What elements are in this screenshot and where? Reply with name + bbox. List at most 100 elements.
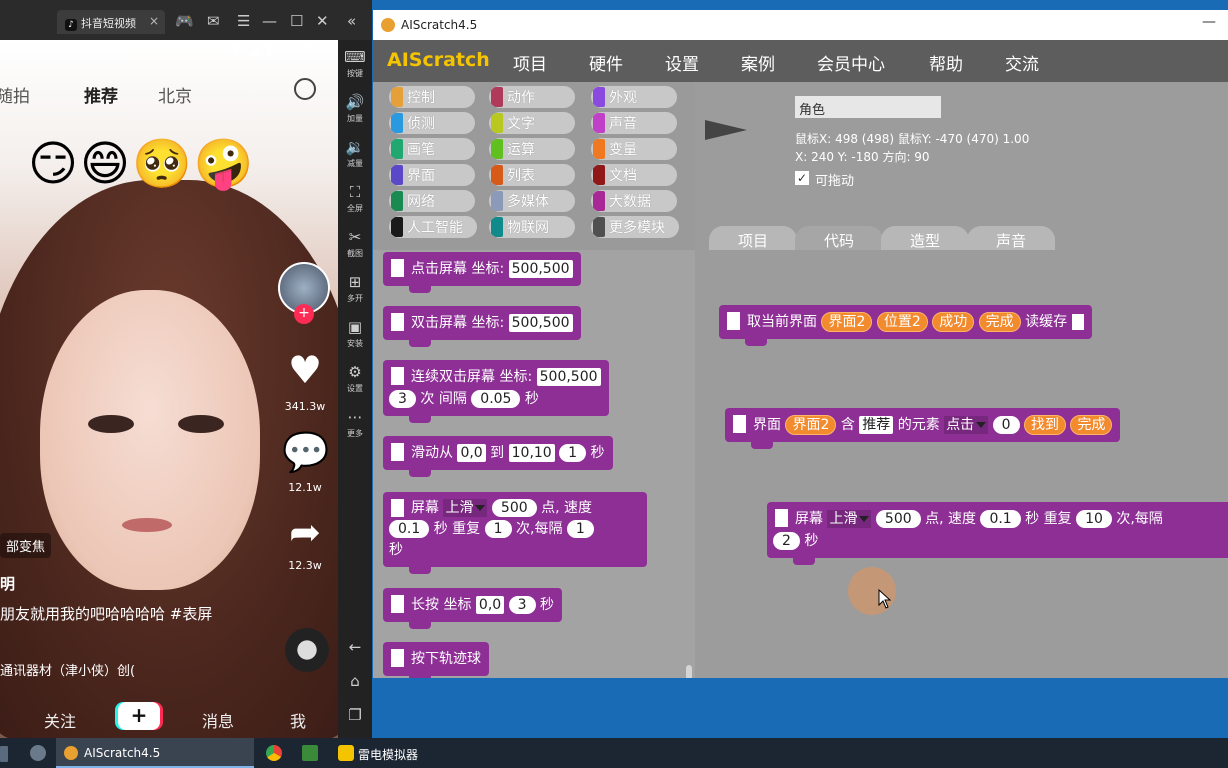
menu-icon[interactable]: ☰ (237, 12, 250, 30)
block-slot[interactable] (1071, 314, 1084, 330)
block-input[interactable]: 0,0 (475, 596, 505, 614)
category-7[interactable]: 画笔 (389, 138, 475, 160)
tab-sound[interactable]: 声音 (967, 226, 1055, 252)
emulator-tab[interactable]: ♪ 抖音短视频 × (57, 10, 165, 34)
chrome-icon[interactable] (266, 745, 282, 761)
notepad-icon[interactable] (302, 745, 318, 761)
category-15[interactable]: 大数据 (591, 190, 677, 212)
nav-left[interactable]: 随拍 (0, 82, 30, 107)
code-block-screen-scroll[interactable]: 屏幕 上滑 500 点, 速度 0.1 秒 重复 10 次,每隔 2 秒 (767, 502, 1228, 565)
nav-recommend[interactable]: 推荐 (84, 82, 118, 107)
phone-screen[interactable]: ▼ ◪ ▮ 7:40 随拍 推荐 北京 😏😄🥺🤪 + ♥ 341.3w 💬 12… (0, 40, 338, 738)
action-dropdown[interactable]: 点击 (944, 416, 989, 434)
category-13[interactable]: 网络 (389, 190, 475, 212)
block-input[interactable]: 1 (484, 520, 512, 538)
category-10[interactable]: 界面 (389, 164, 475, 186)
menu-settings[interactable]: 设置 (665, 50, 699, 75)
heart-icon[interactable]: ♥ (282, 348, 328, 392)
back-icon[interactable]: ← (338, 638, 372, 656)
block-screen-scroll[interactable]: 屏幕 上滑 500 点, 速度 0.1 秒 重复 1 次,每隔 1 秒 (383, 492, 647, 574)
category-2[interactable]: 动作 (489, 86, 575, 108)
block-input[interactable]: 500 (875, 510, 921, 528)
sidebar-vol-down[interactable]: 🔉 减量 (338, 138, 372, 169)
create-button[interactable]: + (118, 702, 160, 730)
menu-project[interactable]: 项目 (513, 50, 547, 75)
block-input[interactable]: 500,500 (508, 260, 573, 278)
nav-messages[interactable]: 消息 (202, 708, 234, 732)
category-9[interactable]: 变量 (591, 138, 677, 160)
block-param[interactable]: 界面2 (821, 312, 873, 332)
block-double-tap[interactable]: 双击屏幕 坐标: 500,500 (383, 306, 581, 347)
block-input[interactable]: 0.05 (471, 390, 521, 408)
block-input[interactable]: 500,500 (508, 314, 573, 332)
block-input[interactable]: 0 (992, 416, 1020, 434)
block-input[interactable]: 500 (491, 499, 537, 517)
sidebar-more[interactable]: ⋯ 更多 (338, 408, 372, 439)
nav-city[interactable]: 北京 (158, 82, 192, 107)
taskbar-app-emulator[interactable]: 雷电模拟器 (332, 738, 432, 768)
code-block-find-element[interactable]: 界面 界面2 含 推荐 的元素 点击 0 找到 完成 (725, 408, 1121, 449)
code-block-get-screen[interactable]: 取当前界面 界面2 位置2 成功 完成 读缓存 (719, 305, 1092, 346)
nav-follow[interactable]: 关注 (44, 708, 76, 732)
palette-scrollbar[interactable] (686, 665, 692, 678)
block-param[interactable]: 完成 (978, 312, 1021, 332)
sidebar-screenshot[interactable]: ✂ 截图 (338, 228, 372, 259)
windows-start-icon[interactable] (0, 746, 8, 762)
menu-community[interactable]: 交流 (1005, 50, 1039, 75)
sidebar-install[interactable]: ▣ 安装 (338, 318, 372, 349)
block-input[interactable]: 0.1 (980, 510, 1021, 528)
menu-hardware[interactable]: 硬件 (589, 50, 623, 75)
sprite-name-input[interactable]: 角色 (795, 96, 941, 118)
category-6[interactable]: 声音 (591, 112, 677, 134)
menu-membership[interactable]: 会员中心 (817, 50, 885, 75)
comment-icon[interactable]: 💬 (282, 430, 329, 475)
effect-tag[interactable]: 部变焦 (0, 533, 52, 558)
direction-dropdown[interactable]: 上滑 (827, 510, 872, 528)
block-input[interactable]: 0,0 (457, 444, 486, 462)
block-input[interactable]: 500,500 (536, 368, 601, 386)
category-3[interactable]: 外观 (591, 86, 677, 108)
block-input[interactable]: 推荐 (859, 416, 894, 434)
sidebar-vol-up[interactable]: 🔊 加量 (338, 93, 372, 124)
category-8[interactable]: 运算 (489, 138, 575, 160)
minimize-icon[interactable]: — (1202, 14, 1216, 30)
block-tap-screen[interactable]: 点击屏幕 坐标: 500,500 (383, 252, 581, 293)
block-param[interactable]: 找到 (1024, 415, 1067, 435)
shield-icon[interactable] (30, 745, 46, 761)
block-multi-double-tap[interactable]: 连续双击屏幕 坐标: 500,500 3 次 间隔 0.05 秒 (383, 360, 609, 423)
recents-icon[interactable]: ❐ (338, 706, 372, 724)
block-input[interactable]: 1 (566, 520, 594, 538)
block-input[interactable]: 0.1 (389, 520, 430, 538)
minimize-icon[interactable]: — (262, 12, 277, 30)
block-input[interactable]: 2 (773, 532, 800, 550)
block-input[interactable]: 1 (559, 444, 587, 462)
block-input[interactable]: 10 (1076, 510, 1112, 528)
nav-me[interactable]: 我 (290, 708, 306, 732)
block-swipe[interactable]: 滑动从 0,0 到 10,10 1 秒 (383, 436, 613, 477)
block-trackball[interactable]: 按下轨迹球 (383, 642, 489, 678)
maximize-icon[interactable]: ☐ (290, 12, 303, 30)
block-param[interactable]: 位置2 (876, 312, 928, 332)
block-param[interactable]: 完成 (1070, 415, 1113, 435)
category-18[interactable]: 更多模块 (591, 216, 679, 238)
share-icon[interactable]: ➦ (282, 510, 328, 554)
draggable-checkbox[interactable]: ✓ (795, 171, 809, 185)
category-17[interactable]: 物联网 (489, 216, 575, 238)
author-name[interactable]: 明 (0, 573, 15, 594)
menu-help[interactable]: 帮助 (929, 50, 963, 75)
home-icon[interactable]: ⌂ (338, 672, 372, 690)
category-11[interactable]: 列表 (489, 164, 575, 186)
category-14[interactable]: 多媒体 (489, 190, 575, 212)
tab-costume[interactable]: 造型 (881, 226, 969, 252)
mail-icon[interactable]: ✉ (207, 12, 220, 30)
category-4[interactable]: 侦测 (389, 112, 475, 134)
direction-dropdown[interactable]: 上滑 (443, 499, 488, 517)
block-param[interactable]: 成功 (932, 312, 975, 332)
sidebar-keys[interactable]: ⌨ 按键 (338, 48, 372, 79)
taskbar-app-aiscratch[interactable]: AIScratch4.5 (56, 738, 254, 768)
music-disc-icon[interactable] (285, 628, 329, 672)
block-param[interactable]: 界面2 (785, 415, 837, 435)
block-input[interactable]: 3 (389, 390, 416, 408)
category-16[interactable]: 人工智能 (389, 216, 477, 238)
category-1[interactable]: 控制 (389, 86, 475, 108)
